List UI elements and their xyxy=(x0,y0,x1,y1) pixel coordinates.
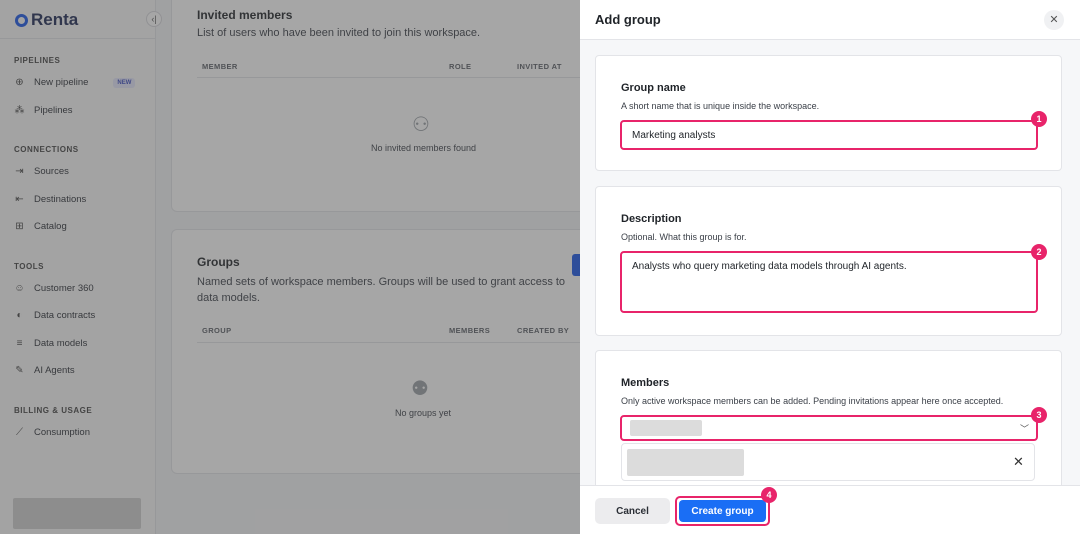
group-name-label: Group name xyxy=(621,82,686,94)
group-name-section: Group name A short name that is unique i… xyxy=(595,55,1062,171)
description-section: Description Optional. What this group is… xyxy=(595,186,1062,336)
selected-member-placeholder xyxy=(630,420,702,436)
panel-footer: Cancel Create group 4 xyxy=(580,485,1080,534)
members-label: Members xyxy=(621,377,670,389)
description-label: Description xyxy=(621,213,682,225)
chevron-down-icon: ﹀ xyxy=(1020,424,1030,434)
member-list-item: ✕ xyxy=(621,443,1035,481)
create-group-button[interactable]: Create group xyxy=(679,500,766,522)
step-marker-1: 1 xyxy=(1031,111,1047,127)
add-group-panel: Add group ✕ Group name A short name that… xyxy=(580,0,1080,534)
cancel-button[interactable]: Cancel xyxy=(595,498,670,524)
panel-title: Add group xyxy=(595,12,661,27)
panel-header: Add group ✕ xyxy=(580,0,1080,40)
step-marker-4: 4 xyxy=(761,487,777,503)
remove-member-icon[interactable]: ✕ xyxy=(1013,454,1024,470)
members-hint: Only active workspace members can be add… xyxy=(621,396,1004,406)
close-icon[interactable]: ✕ xyxy=(1044,10,1064,30)
group-name-input[interactable] xyxy=(620,120,1038,150)
create-group-highlight: Create group xyxy=(675,496,770,526)
members-select[interactable]: ﹀ xyxy=(620,415,1038,441)
step-marker-2: 2 xyxy=(1031,244,1047,260)
modal-backdrop[interactable] xyxy=(0,0,580,534)
member-avatar-name xyxy=(627,449,744,476)
description-textarea[interactable]: Analysts who query marketing data models… xyxy=(620,251,1038,313)
description-hint: Optional. What this group is for. xyxy=(621,232,747,242)
step-marker-3: 3 xyxy=(1031,407,1047,423)
group-name-hint: A short name that is unique inside the w… xyxy=(621,101,820,111)
